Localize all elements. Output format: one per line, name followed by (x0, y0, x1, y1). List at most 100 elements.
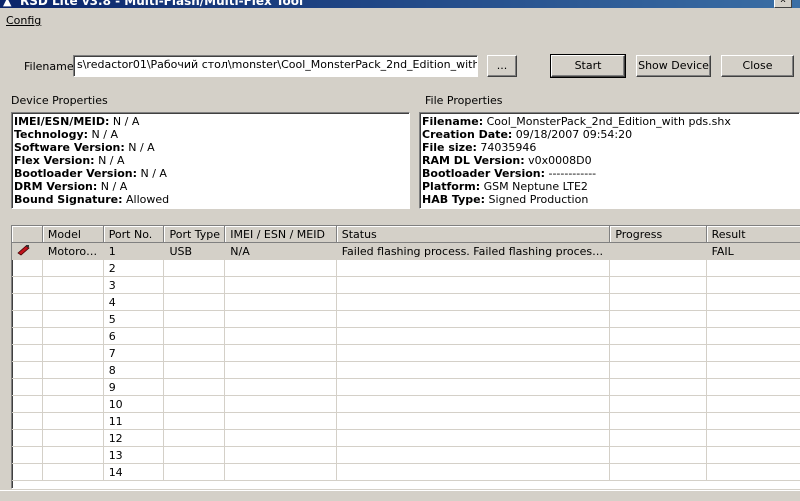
device-property-key: Flex Version: (14, 154, 95, 167)
file-property-row: Bootloader Version: ------------ (422, 167, 797, 180)
cell-port-type (163, 259, 226, 277)
filename-field[interactable]: s\redactor01\Рабочий стол\monster\Cool_M… (73, 55, 478, 77)
close-window-button[interactable]: x (774, 0, 792, 8)
file-properties-panel: Filename: Cool_MonsterPack_2nd_Edition_w… (419, 112, 800, 209)
column-header-imei[interactable]: IMEI / ESN / MEID (224, 226, 337, 243)
cell-progress (609, 429, 707, 447)
table-row[interactable]: 10 (12, 395, 800, 413)
cell-imei (224, 259, 337, 277)
cell-port-type (163, 446, 226, 464)
row-icon-cell (12, 361, 43, 379)
table-row[interactable]: Motorol... 1 USB N/A Failed flashing process… (12, 242, 800, 260)
row-icon-cell (12, 344, 43, 362)
table-row[interactable]: 4 (12, 293, 800, 311)
cell-model (42, 429, 104, 447)
cell-imei (224, 276, 337, 294)
show-device-button[interactable]: Show Device (636, 55, 711, 77)
table-row[interactable]: 2 (12, 259, 800, 277)
file-property-value: 09/18/2007 09:54:20 (512, 128, 633, 141)
device-property-key: Bound Signature: (14, 193, 123, 206)
column-header-port-no[interactable]: Port No. (103, 226, 165, 243)
cell-imei (224, 293, 337, 311)
cell-port-no: 4 (103, 293, 165, 311)
row-icon-cell (12, 276, 43, 294)
table-row[interactable]: 3 (12, 276, 800, 294)
cell-model (42, 276, 104, 294)
cell-imei (224, 463, 337, 481)
table-row[interactable]: 14 (12, 463, 800, 481)
cell-progress (609, 412, 707, 430)
cell-progress (609, 446, 707, 464)
table-row[interactable]: 13 (12, 446, 800, 464)
cell-port-type (163, 412, 226, 430)
device-property-value: N / A (124, 141, 155, 154)
device-properties-panel: IMEI/ESN/MEID: N / A Technology: N / A Sof… (11, 112, 410, 209)
cell-status: Failed flashing process. Failed flashing… (336, 242, 611, 260)
cell-port-no: 8 (103, 361, 165, 379)
table-row[interactable]: 11 (12, 412, 800, 430)
cell-port-type: USB (163, 242, 226, 260)
window-title: RSD Lite v3.8 - Multi-Flash/Multi-Flex T… (20, 0, 304, 8)
column-header-progress[interactable]: Progress (609, 226, 707, 243)
close-button[interactable]: Close (721, 55, 794, 77)
rsd-logo-icon: ▲ (3, 0, 12, 8)
cell-port-no: 3 (103, 276, 165, 294)
table-row[interactable]: 12 (12, 429, 800, 447)
title-bar: ▲ RSD Lite v3.8 - Multi-Flash/Multi-Flex… (0, 0, 800, 8)
row-icon-cell (12, 429, 43, 447)
column-header-status[interactable]: Status (336, 226, 611, 243)
table-row[interactable]: 7 (12, 344, 800, 362)
file-property-value: v0x0008D0 (524, 154, 592, 167)
cell-status (336, 259, 611, 277)
cell-port-no: 5 (103, 310, 165, 328)
table-row[interactable]: 6 (12, 327, 800, 345)
file-property-row: File size: 74035946 (422, 141, 797, 154)
cell-result (706, 395, 800, 413)
phone-icon (17, 244, 30, 256)
cell-imei (224, 429, 337, 447)
row-icon-cell (12, 463, 43, 481)
table-row[interactable]: 9 (12, 378, 800, 396)
cell-port-type (163, 310, 226, 328)
table-row[interactable]: 8 (12, 361, 800, 379)
browse-button[interactable]: ... (487, 55, 517, 77)
cell-model (42, 395, 104, 413)
device-property-value: N / A (137, 167, 167, 180)
cell-port-no: 2 (103, 259, 165, 277)
file-property-key: HAB Type: (422, 193, 486, 206)
row-icon-cell (12, 412, 43, 430)
start-button[interactable]: Start (550, 54, 626, 78)
cell-port-type (163, 344, 226, 362)
column-header-icon[interactable] (12, 226, 43, 243)
cell-status (336, 310, 611, 328)
cell-status (336, 463, 611, 481)
menu-config[interactable]: Config (6, 14, 41, 27)
device-property-row: Bound Signature: Allowed (14, 193, 407, 206)
cell-model (42, 327, 104, 345)
device-property-row: Software Version: N / A (14, 141, 407, 154)
cell-result (706, 276, 800, 294)
status-bar (0, 490, 800, 501)
cell-status (336, 395, 611, 413)
cell-result (706, 310, 800, 328)
cell-progress (609, 395, 707, 413)
file-property-key: File size: (422, 141, 477, 154)
cell-progress (609, 378, 707, 396)
column-header-port-type[interactable]: Port Type (163, 226, 226, 243)
device-table[interactable]: Model Port No. Port Type IMEI / ESN / MEID S… (11, 225, 800, 489)
device-property-value: N / A (109, 115, 140, 128)
table-row[interactable]: 5 (12, 310, 800, 328)
cell-status (336, 344, 611, 362)
cell-result (706, 259, 800, 277)
row-icon-cell (12, 293, 43, 311)
column-header-result[interactable]: Result (706, 226, 800, 243)
device-property-row: Technology: N / A (14, 128, 407, 141)
cell-model (42, 463, 104, 481)
cell-model (42, 446, 104, 464)
column-header-model[interactable]: Model (42, 226, 104, 243)
device-property-row: Bootloader Version: N / A (14, 167, 407, 180)
cell-port-type (163, 429, 226, 447)
cell-port-type (163, 378, 226, 396)
cell-result (706, 378, 800, 396)
cell-port-no: 6 (103, 327, 165, 345)
